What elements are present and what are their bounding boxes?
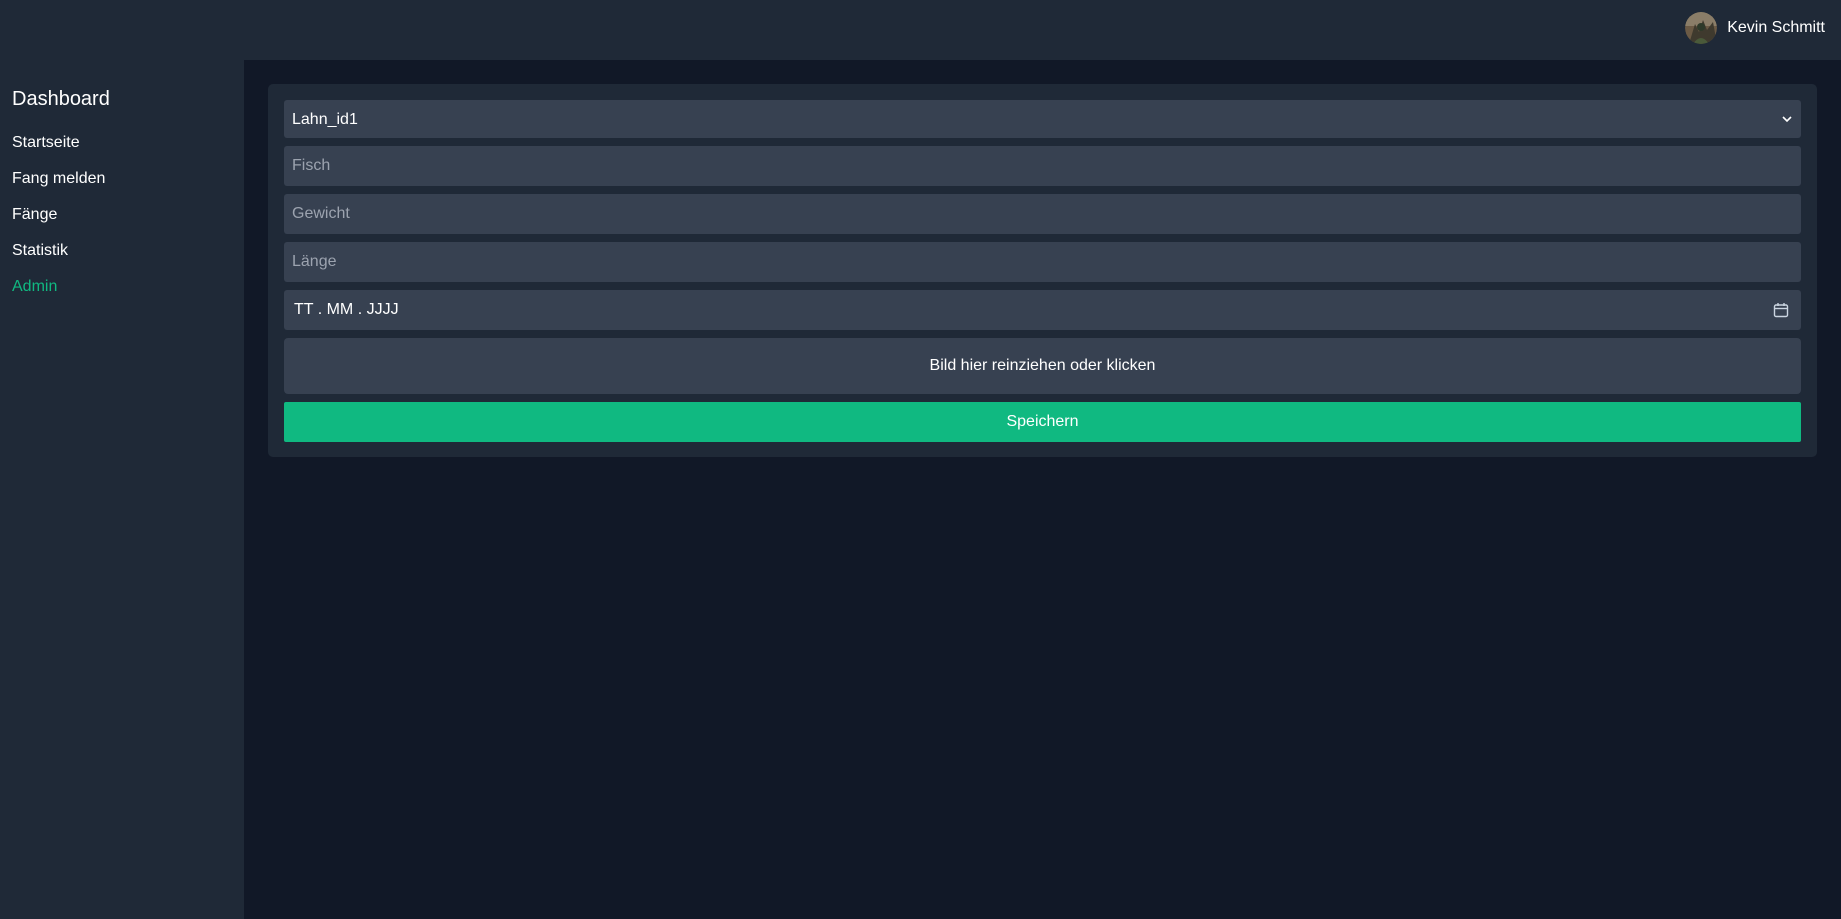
user-name[interactable]: Kevin Schmitt bbox=[1727, 19, 1825, 37]
sidebar-item-fang-melden[interactable]: Fang melden bbox=[12, 161, 232, 197]
sidebar-item-startseite[interactable]: Startseite bbox=[12, 125, 232, 161]
user-menu[interactable]: Kevin Schmitt bbox=[1685, 12, 1825, 44]
image-dropzone[interactable]: Bild hier reinziehen oder klicken bbox=[284, 338, 1801, 394]
avatar[interactable] bbox=[1685, 12, 1718, 44]
main-content: Lahn_id1 TT . MM . JJJJ Bild hier reinzi… bbox=[244, 60, 1841, 919]
sidebar: Dashboard Startseite Fang melden Fänge S… bbox=[0, 60, 244, 919]
water-select[interactable]: Lahn_id1 bbox=[284, 100, 1801, 138]
catch-form: Lahn_id1 TT . MM . JJJJ Bild hier reinzi… bbox=[268, 84, 1817, 457]
calendar-icon[interactable] bbox=[1773, 302, 1789, 318]
sidebar-item-faenge[interactable]: Fänge bbox=[12, 197, 232, 233]
date-placeholder: TT . MM . JJJJ bbox=[294, 301, 399, 318]
sidebar-item-admin[interactable]: Admin bbox=[12, 269, 232, 305]
fish-input[interactable] bbox=[284, 146, 1801, 186]
sidebar-item-statistik[interactable]: Statistik bbox=[12, 233, 232, 269]
date-input[interactable]: TT . MM . JJJJ bbox=[284, 290, 1801, 330]
dropzone-label: Bild hier reinziehen oder klicken bbox=[929, 357, 1156, 374]
water-select-wrapper: Lahn_id1 bbox=[284, 100, 1801, 138]
weight-input[interactable] bbox=[284, 194, 1801, 234]
length-input[interactable] bbox=[284, 242, 1801, 282]
sidebar-title[interactable]: Dashboard bbox=[12, 88, 232, 111]
top-bar: Kevin Schmitt bbox=[0, 0, 1841, 60]
save-button[interactable]: Speichern bbox=[284, 402, 1801, 442]
